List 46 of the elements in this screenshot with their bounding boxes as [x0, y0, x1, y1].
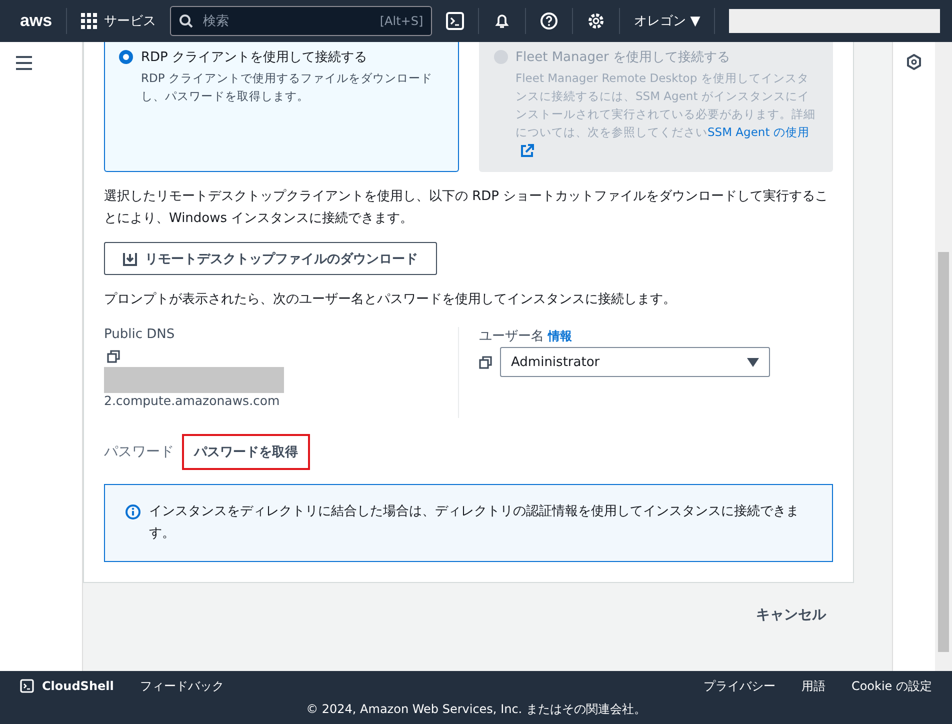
public-dns-value: 2.compute.amazonaws.com — [104, 393, 281, 408]
scrollbar[interactable] — [935, 42, 952, 671]
radio-button[interactable] — [119, 50, 133, 64]
option-description: RDP クライアントで使用するファイルをダウンロードし、パスワードを取得します。 — [141, 70, 434, 105]
cloudshell-link[interactable]: CloudShell — [20, 679, 114, 693]
download-icon — [123, 252, 137, 266]
hexagon-icon[interactable] — [906, 54, 922, 70]
info-link[interactable]: 情報 — [548, 329, 572, 343]
feedback-link[interactable]: フィードバック — [140, 678, 224, 694]
copy-icon[interactable] — [479, 356, 492, 368]
settings-icon[interactable] — [587, 12, 606, 30]
username-select[interactable]: Administrator — [500, 347, 770, 377]
terminal-icon — [20, 679, 34, 693]
region-menu[interactable]: オレゴン ▼ — [634, 12, 700, 30]
footer-link[interactable]: 用語 — [801, 678, 826, 694]
cancel-button[interactable]: キャンセル — [750, 605, 832, 625]
external-link-icon — [520, 144, 534, 158]
footer-link[interactable]: プライバシー — [703, 678, 776, 694]
services-button[interactable]: サービス — [81, 12, 156, 30]
username-label: ユーザー名 — [479, 329, 544, 344]
prompt-text: プロンプトが表示されたら、次のユーザー名とパスワードを使用してインスタンスに接続します。 — [104, 291, 677, 309]
download-button[interactable]: リモートデスクトップファイルのダウンロード — [104, 242, 437, 275]
aws-logo[interactable]: aws — [20, 11, 52, 31]
bell-icon[interactable] — [493, 12, 512, 30]
password-label: パスワード — [104, 443, 174, 461]
get-password-button[interactable]: パスワードを取得 — [182, 434, 310, 470]
grid-icon — [81, 13, 98, 29]
search-icon — [179, 14, 194, 28]
copyright-text: © 2024, Amazon Web Services, Inc. またはその関連会社。 — [305, 701, 647, 718]
help-icon[interactable] — [540, 12, 558, 30]
connection-option-card[interactable]: RDP クライアントを使用して接続する RDP クライアントで使用するファイルをダウンロードし、パスワードを取得します。 — [104, 42, 458, 172]
terminal-icon[interactable] — [446, 12, 464, 30]
option-title: RDP クライアントを使用して接続する — [141, 49, 368, 66]
caret-icon — [747, 358, 759, 366]
intro-text: 選択したリモートデスクトップクライアントを使用し、以下の RDP ショートカットファイルをダウンロードして実行することにより、Windows インスタンスに接続できます。 — [104, 188, 830, 228]
search-field[interactable]: 検索 — [201, 12, 372, 30]
menu-icon[interactable] — [16, 56, 32, 70]
copy-icon[interactable] — [107, 350, 120, 363]
shortcut-hint: [Alt+S] — [380, 14, 424, 28]
public-dns-label: Public DNS — [104, 327, 176, 342]
option-description: Fleet Manager Remote Desktop を使用してインスタンスに接続するには、SSM Agent がインスタンスにインストールされて実行されている必要があります。詳細については、次を参照してくださいSSM Agent の使用 — [516, 69, 818, 159]
alert-text: インスタンスをディレクトリに結合した場合は、ディレクトリの認証情報を使用してインスタンスに接続できます。 — [149, 503, 800, 543]
footer-link[interactable]: Cookie の設定 — [851, 678, 932, 694]
info-icon — [125, 504, 141, 520]
search-bar[interactable]: 検索 [Alt+S] — [170, 6, 432, 36]
option-title: Fleet Manager を使用して接続する — [516, 49, 730, 66]
